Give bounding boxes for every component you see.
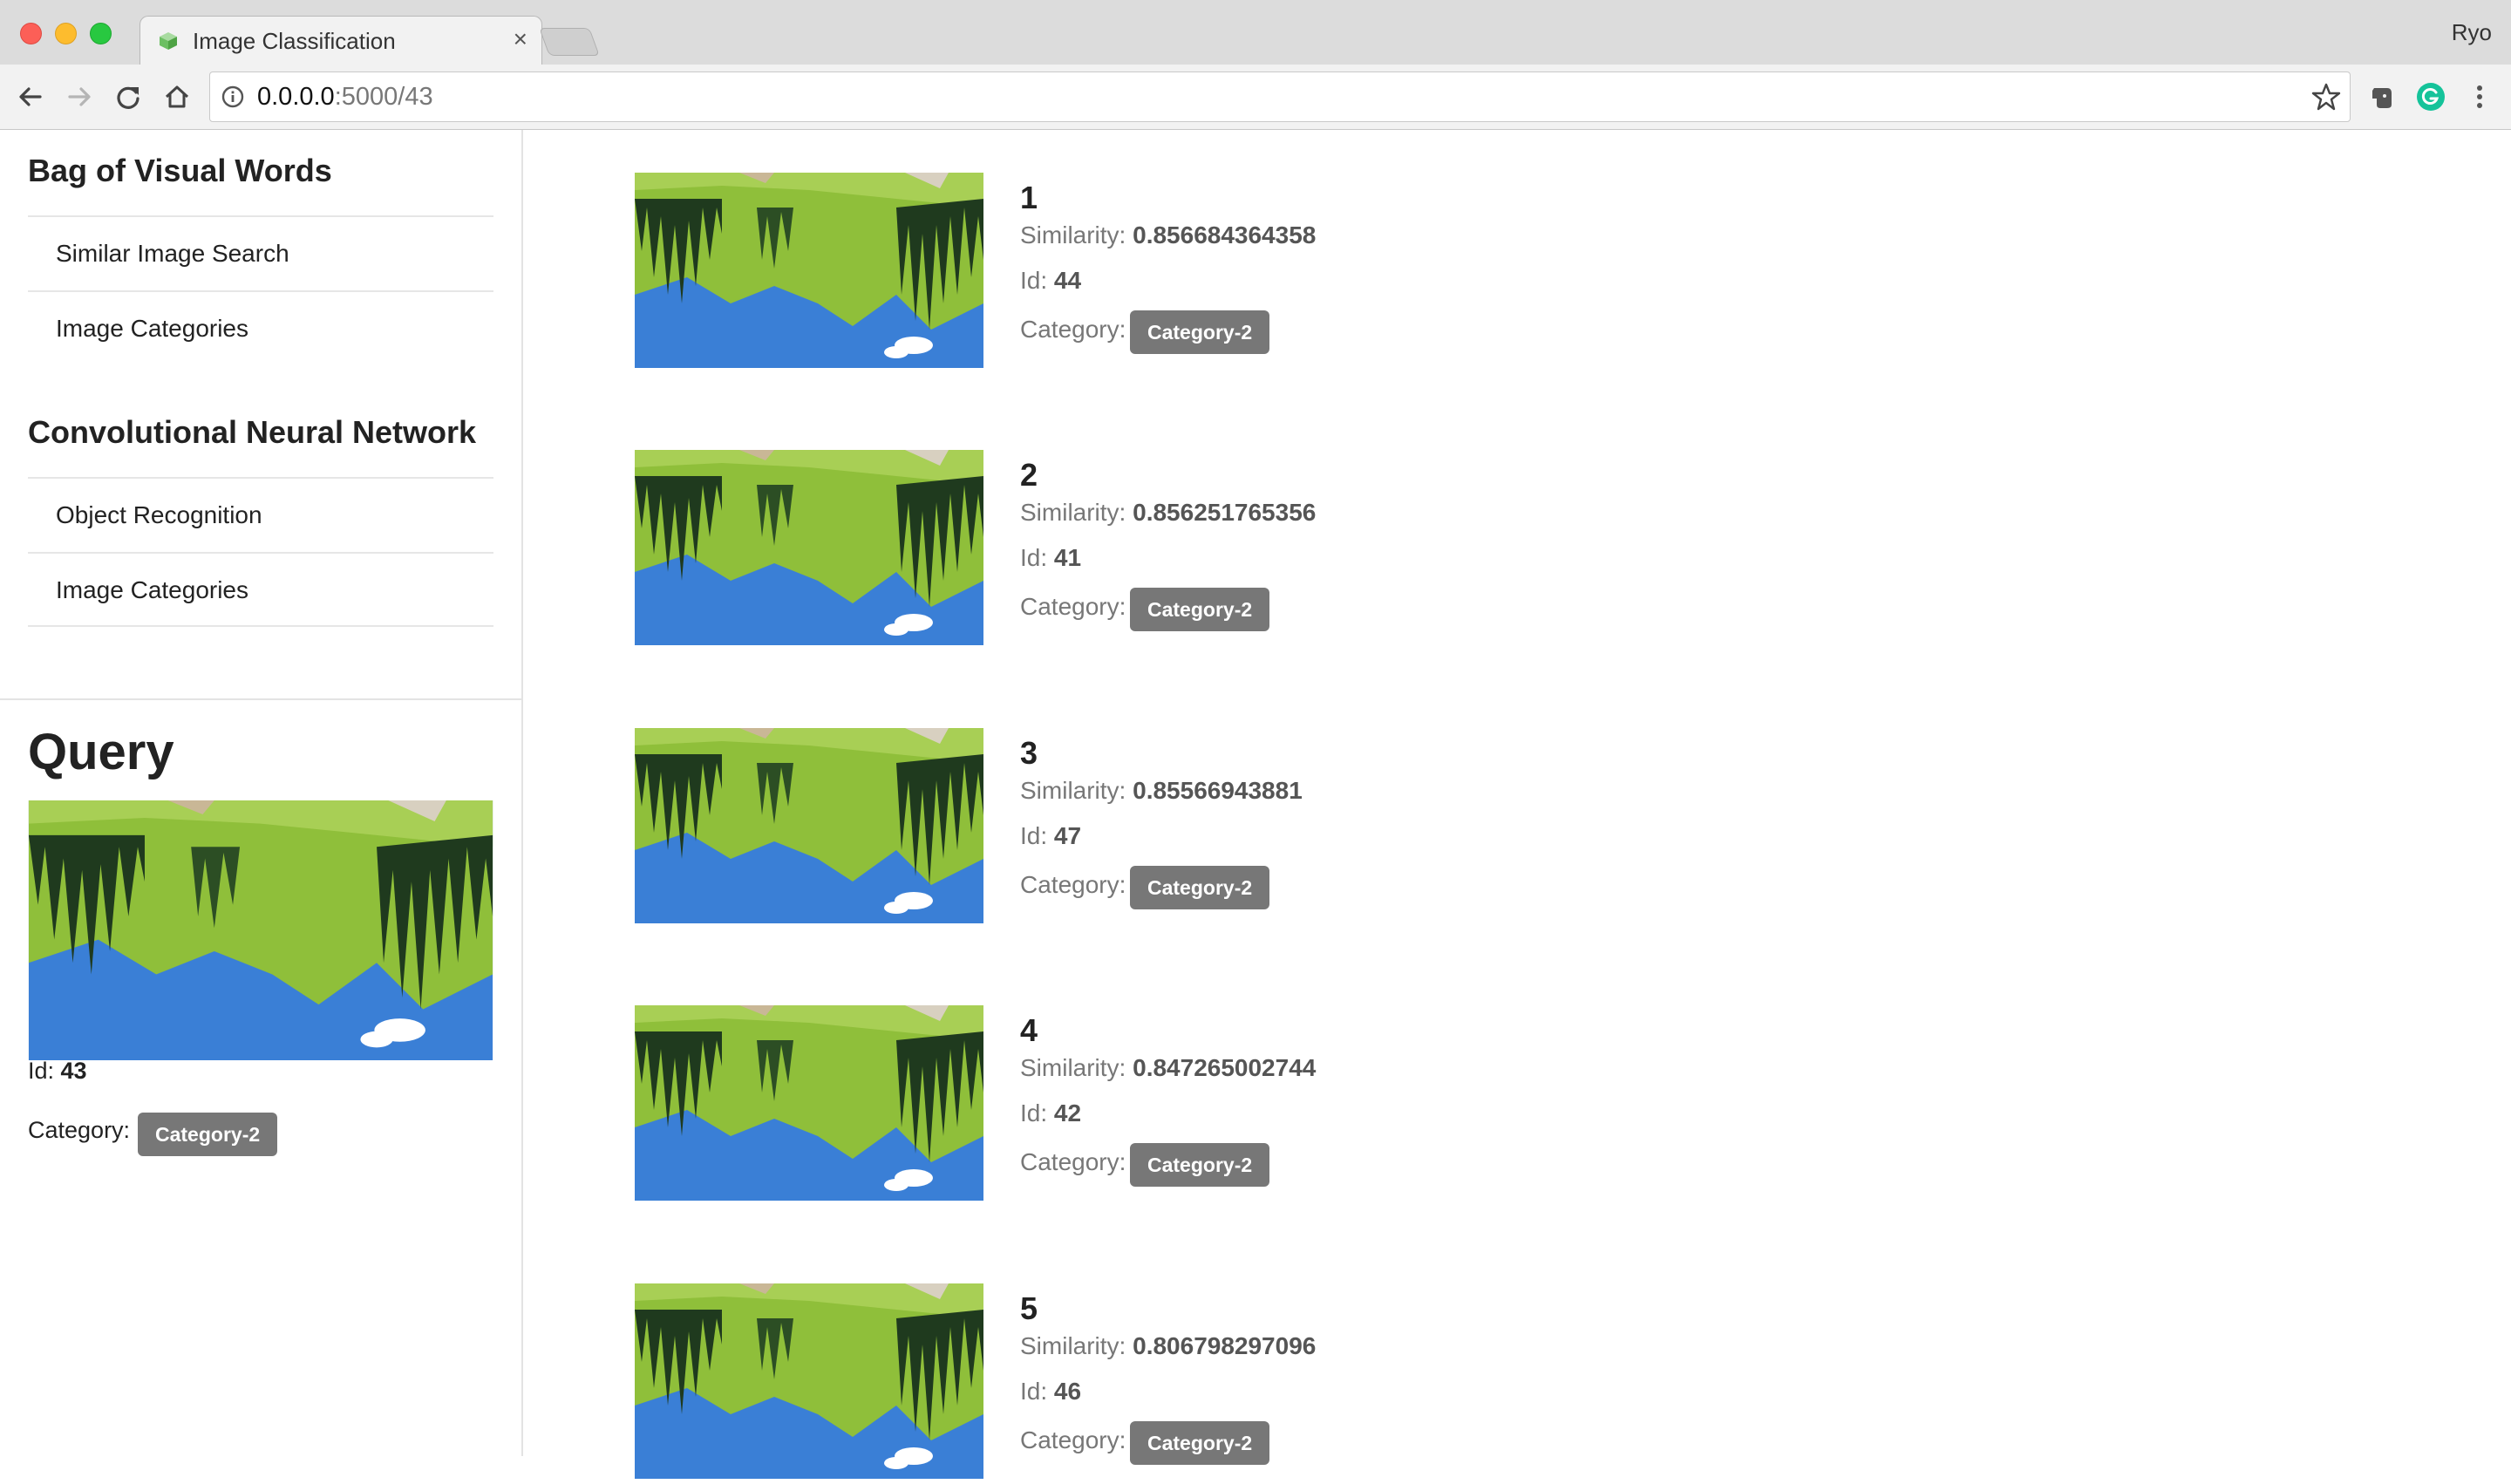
result-similarity: Similarity: 0.847265002744: [1020, 1054, 1316, 1082]
nav-item-image-categories-bovw[interactable]: Image Categories: [28, 290, 493, 365]
nav-list-cnn: Object Recognition Image Categories: [28, 477, 493, 627]
maximize-window-button[interactable]: [90, 23, 112, 44]
similarity-label: Similarity:: [1020, 499, 1133, 526]
url-text: 0.0.0.0:5000/43: [257, 83, 433, 112]
id-value: 42: [1053, 1099, 1082, 1127]
result-similarity: Similarity: 0.856684364358: [1020, 221, 1316, 249]
result-similarity: Similarity: 0.85566943881: [1020, 777, 1303, 805]
home-icon[interactable]: [160, 80, 194, 113]
result-image[interactable]: [635, 1005, 983, 1201]
query-title: Query: [28, 724, 174, 780]
profile-name[interactable]: Ryo: [2452, 19, 2492, 46]
nav-list-bag-of-visual-words: Similar Image Search Image Categories: [28, 215, 493, 365]
result-category-label: Category:: [1020, 1426, 1126, 1453]
tab-title: Image Classification: [193, 28, 396, 54]
result-rank: 5: [1020, 1290, 1038, 1326]
id-value: 41: [1053, 544, 1082, 571]
similarity-label: Similarity:: [1020, 1054, 1133, 1081]
similarity-label: Similarity:: [1020, 221, 1133, 248]
result-category-badge: Category-2: [1130, 866, 1270, 909]
result-id: Id: 41: [1020, 544, 1081, 572]
sidebar: Bag of Visual Words Similar Image Search…: [0, 130, 523, 1456]
back-arrow-icon[interactable]: [14, 80, 47, 113]
result-similarity: Similarity: 0.806798297096: [1020, 1332, 1316, 1360]
result-category-badge: Category-2: [1130, 1421, 1270, 1465]
sidebar-divider: [0, 698, 521, 700]
query-category-label: Category:: [28, 1117, 131, 1143]
result-category-label: Category:: [1020, 316, 1126, 343]
nav-item-similar-image-search[interactable]: Similar Image Search: [28, 215, 493, 290]
address-bar[interactable]: 0.0.0.0:5000/43: [209, 71, 2351, 122]
close-window-button[interactable]: [20, 23, 42, 44]
similarity-value: 0.856684364358: [1133, 221, 1317, 248]
id-label: Id:: [1020, 1099, 1054, 1127]
similarity-label: Similarity:: [1020, 1332, 1133, 1359]
result-category-label: Category:: [1020, 871, 1126, 898]
similarity-value: 0.856251765356: [1133, 499, 1317, 526]
grammarly-extension-icon[interactable]: [2415, 81, 2446, 112]
result-id: Id: 42: [1020, 1099, 1081, 1127]
id-label: Id:: [1020, 267, 1054, 294]
evernote-extension-icon[interactable]: [2366, 81, 2398, 112]
result-image[interactable]: [635, 450, 983, 645]
result-item: 1 Similarity: 0.856684364358 Id: 44 Cate…: [635, 173, 1855, 373]
bookmark-star-icon[interactable]: [2311, 82, 2341, 112]
section-title-bag-of-visual-words: Bag of Visual Words: [28, 153, 332, 188]
cube-icon: [160, 32, 177, 50]
result-similarity: Similarity: 0.856251765356: [1020, 499, 1316, 527]
result-rank: 2: [1020, 457, 1038, 493]
query-image: [28, 800, 493, 1060]
minimize-window-button[interactable]: [55, 23, 77, 44]
query-id-value: 43: [60, 1058, 87, 1084]
url-path: :5000/43: [334, 83, 433, 111]
browser-tab-bar: Image Classification × Ryo: [0, 0, 2511, 65]
query-category-badge: Category-2: [138, 1113, 278, 1156]
id-label: Id:: [1020, 822, 1054, 849]
result-image[interactable]: [635, 1283, 983, 1479]
reload-icon[interactable]: [112, 80, 145, 113]
browser-tab[interactable]: Image Classification ×: [140, 16, 542, 65]
result-id: Id: 46: [1020, 1378, 1081, 1406]
similarity-label: Similarity:: [1020, 777, 1133, 804]
forward-arrow-icon[interactable]: [63, 80, 96, 113]
section-title-cnn: Convolutional Neural Network: [28, 414, 477, 450]
result-item: 3 Similarity: 0.85566943881 Id: 47 Categ…: [635, 728, 1855, 929]
result-id: Id: 44: [1020, 267, 1081, 295]
result-category-label: Category:: [1020, 593, 1126, 620]
query-id: Id: 43: [28, 1058, 87, 1085]
similarity-value: 0.847265002744: [1133, 1054, 1317, 1081]
similarity-value: 0.85566943881: [1133, 777, 1303, 804]
query-id-label: Id:: [28, 1058, 61, 1084]
url-host: 0.0.0.0: [257, 83, 335, 111]
result-category-badge: Category-2: [1130, 588, 1270, 631]
result-category-badge: Category-2: [1130, 1143, 1270, 1187]
similarity-value: 0.806798297096: [1133, 1332, 1317, 1359]
id-value: 44: [1053, 267, 1082, 294]
result-item: 2 Similarity: 0.856251765356 Id: 41 Cate…: [635, 450, 1855, 650]
result-category-label: Category:: [1020, 1148, 1126, 1175]
close-tab-icon[interactable]: ×: [514, 27, 527, 51]
new-tab-button[interactable]: [539, 28, 600, 56]
result-item: 4 Similarity: 0.847265002744 Id: 42 Cate…: [635, 1005, 1855, 1206]
nav-item-image-categories-cnn[interactable]: Image Categories: [28, 552, 493, 627]
result-image[interactable]: [635, 173, 983, 368]
result-id: Id: 47: [1020, 822, 1081, 850]
id-value: 47: [1053, 822, 1082, 849]
browser-toolbar: 0.0.0.0:5000/43: [0, 65, 2511, 130]
result-rank: 1: [1020, 180, 1038, 215]
nav-item-object-recognition[interactable]: Object Recognition: [28, 477, 493, 552]
result-image[interactable]: [635, 728, 983, 923]
result-item: 5 Similarity: 0.806798297096 Id: 46 Cate…: [635, 1283, 1855, 1484]
result-rank: 4: [1020, 1012, 1038, 1048]
info-icon[interactable]: [221, 85, 245, 109]
menu-kebab-icon[interactable]: [2464, 81, 2495, 112]
id-value: 46: [1053, 1378, 1082, 1405]
result-rank: 3: [1020, 735, 1038, 771]
id-label: Id:: [1020, 1378, 1054, 1405]
id-label: Id:: [1020, 544, 1054, 571]
result-category-badge: Category-2: [1130, 310, 1270, 354]
